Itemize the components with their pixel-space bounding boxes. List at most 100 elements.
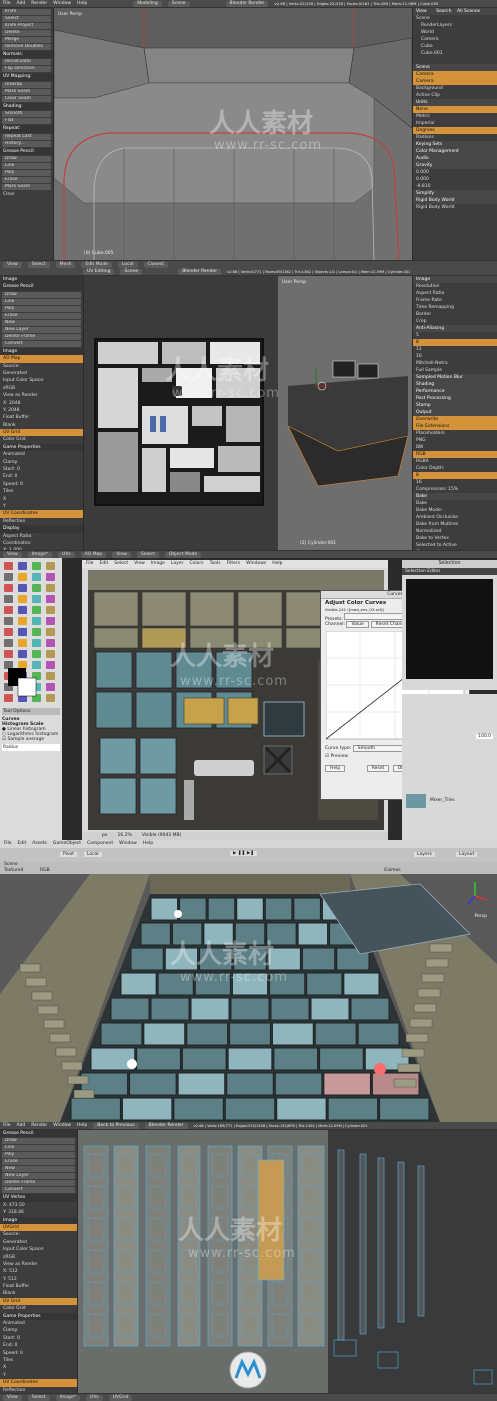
- tool-uv-grid[interactable]: UV Grid: [0, 1297, 77, 1306]
- prop-rigid-body-world[interactable]: Rigid Body World: [413, 204, 497, 211]
- tool-start-0[interactable]: Start: 0: [0, 466, 83, 473]
- prop-16[interactable]: 16: [413, 353, 497, 360]
- prop-camera[interactable]: Camera: [413, 71, 497, 78]
- outliner-view[interactable]: View: [416, 9, 427, 14]
- gimp-menu-layer[interactable]: Layer: [171, 560, 184, 568]
- prop-anti-aliasing[interactable]: Anti-Aliasing: [413, 325, 497, 332]
- tool-delete-frame[interactable]: Delete Frame: [2, 1180, 75, 1187]
- tool-delete[interactable]: Delete: [2, 30, 51, 36]
- tool-animated[interactable]: Animated: [0, 1320, 77, 1327]
- tool-animated[interactable]: Animated: [0, 451, 83, 458]
- outliner-item-cube[interactable]: Cube: [413, 43, 497, 50]
- tool-convert[interactable]: Convert: [2, 340, 81, 347]
- unity-menu-gameobject[interactable]: GameObject: [53, 840, 81, 848]
- unity-menu-window[interactable]: Window: [119, 840, 137, 848]
- engine-select[interactable]: Blender Render: [225, 0, 269, 7]
- tool-y[interactable]: Y: [0, 1372, 77, 1379]
- unity-menu-help[interactable]: Help: [143, 840, 153, 848]
- prop-performance[interactable]: Performance: [413, 388, 497, 395]
- prop-scene[interactable]: Scene: [413, 64, 497, 71]
- tool-poly[interactable]: Poly: [2, 305, 81, 312]
- tool-new[interactable]: New: [2, 319, 81, 326]
- scene-select[interactable]: Scene: [167, 0, 190, 7]
- tool-blank[interactable]: Blank: [0, 1290, 77, 1297]
- menu-window[interactable]: Window: [53, 1123, 71, 1128]
- layer-name[interactable]: Mixer_Tiles: [430, 798, 455, 803]
- menu-help[interactable]: Help: [77, 1123, 87, 1128]
- prop-file-extensions[interactable]: File Extensions: [413, 423, 497, 430]
- tool-flip-direction[interactable]: Flip Direction: [2, 66, 51, 73]
- prop-units[interactable]: Units: [413, 99, 497, 106]
- tool-uv-grid[interactable]: UV Grid: [0, 429, 83, 437]
- gimp-menu-help[interactable]: Help: [272, 560, 282, 568]
- prop-border[interactable]: Border: [413, 311, 497, 318]
- menu-render[interactable]: Render: [31, 1, 47, 6]
- prop-background[interactable]: Background: [413, 85, 497, 92]
- gimp-menu-select[interactable]: Select: [114, 560, 128, 568]
- tool-reflection[interactable]: Reflection: [0, 518, 83, 525]
- tool-blank[interactable]: Blank: [0, 422, 83, 429]
- tool-ao-map[interactable]: AO Map: [0, 355, 83, 363]
- footer-view[interactable]: View: [3, 261, 22, 268]
- tool-speed-0[interactable]: Speed: 0: [0, 481, 83, 488]
- menu-file[interactable]: File: [3, 1123, 11, 1128]
- prop-mitchell-netra[interactable]: Mitchell-Netra: [413, 360, 497, 367]
- prop-aspect-ratio[interactable]: Aspect Ratio: [413, 290, 497, 297]
- pivot-toggle[interactable]: Pivot: [60, 852, 78, 857]
- tool-srgb[interactable]: sRGB: [0, 385, 83, 392]
- outliner-search[interactable]: Search: [436, 9, 451, 14]
- prop-output[interactable]: Output: [413, 409, 497, 416]
- gimp-menu-windows[interactable]: Windows: [246, 560, 266, 568]
- footer-select[interactable]: Select: [27, 261, 50, 268]
- tool-poly[interactable]: Poly: [2, 169, 51, 176]
- tool-mark-seam[interactable]: Mark Seam: [2, 183, 51, 190]
- outliner-item-cube-001[interactable]: Cube.001: [413, 50, 497, 57]
- tool-knife-project[interactable]: Knife Project: [2, 23, 51, 29]
- tool-y[interactable]: Y: [0, 503, 83, 510]
- tool-clear-seam[interactable]: Clear Seam: [2, 95, 51, 102]
- 3d-viewport[interactable]: User Persp (0) Cube.005 人人素材 www.rr-sc.c…: [54, 8, 412, 260]
- reset-button[interactable]: Reset: [366, 765, 390, 772]
- tool-clear[interactable]: Clear: [0, 191, 53, 198]
- prop-metric[interactable]: Metric: [413, 113, 497, 120]
- gimp-menu-view[interactable]: View: [134, 560, 145, 568]
- prop-rgb[interactable]: RGB: [413, 451, 497, 458]
- prop-gravity[interactable]: Gravity: [413, 162, 497, 169]
- footer-edit-mode[interactable]: Edit Mode: [81, 261, 112, 268]
- engine-select[interactable]: Blender Render: [178, 268, 222, 275]
- footer-ao-map[interactable]: AO Map: [80, 551, 107, 558]
- tool-convert[interactable]: Convert: [2, 1187, 75, 1194]
- tool-y-2048[interactable]: Y: 2048: [0, 407, 83, 414]
- prop-bw[interactable]: BW: [413, 444, 497, 451]
- tool-color-grid[interactable]: Color Grid: [0, 436, 83, 443]
- tool-y-512[interactable]: Y: 512: [0, 1276, 77, 1283]
- outliner-item-camera[interactable]: Camera: [413, 36, 497, 43]
- tool-view-as-render[interactable]: View as Render: [0, 392, 83, 399]
- prop-rigid-body-world[interactable]: Rigid Body World: [413, 197, 497, 204]
- gimp-menu-file[interactable]: File: [86, 560, 94, 568]
- gimp-menu-image[interactable]: Image: [151, 560, 165, 568]
- footer-uvs[interactable]: UVs: [58, 551, 75, 558]
- unity-menu-component[interactable]: Component: [87, 840, 113, 848]
- layer-thumb[interactable]: [406, 794, 426, 808]
- tool-float-buffer[interactable]: Float Buffer: [0, 414, 83, 421]
- outliner-filter[interactable]: All Scenes: [457, 9, 480, 14]
- tool-clamp[interactable]: Clamp: [0, 1327, 77, 1334]
- tool-tiles[interactable]: Tiles: [0, 488, 83, 495]
- tool-new-layer[interactable]: New Layer: [2, 1173, 75, 1180]
- footer-select[interactable]: Select: [136, 551, 159, 558]
- prop-resolution[interactable]: Resolution: [413, 283, 497, 290]
- footer-closest[interactable]: Closest: [143, 261, 168, 268]
- prop-full-sample[interactable]: Full Sample: [413, 367, 497, 374]
- scene-select[interactable]: Scene: [120, 268, 143, 275]
- tool-tiles[interactable]: Tiles: [0, 1357, 77, 1364]
- prop-selected-to-active[interactable]: Selected to Active: [413, 542, 497, 549]
- channel-select[interactable]: Value: [346, 621, 369, 628]
- prop-keying-sets[interactable]: Keying Sets: [413, 141, 497, 148]
- prop-8[interactable]: 8: [413, 472, 497, 479]
- tool-delete-frame[interactable]: Delete Frame: [2, 333, 81, 340]
- menu-help[interactable]: Help: [77, 1, 87, 6]
- tool-x-473-50[interactable]: X: 473.50: [0, 1202, 77, 1209]
- footer-mesh[interactable]: Mesh: [55, 261, 76, 268]
- unity-menu-file[interactable]: File: [4, 840, 12, 848]
